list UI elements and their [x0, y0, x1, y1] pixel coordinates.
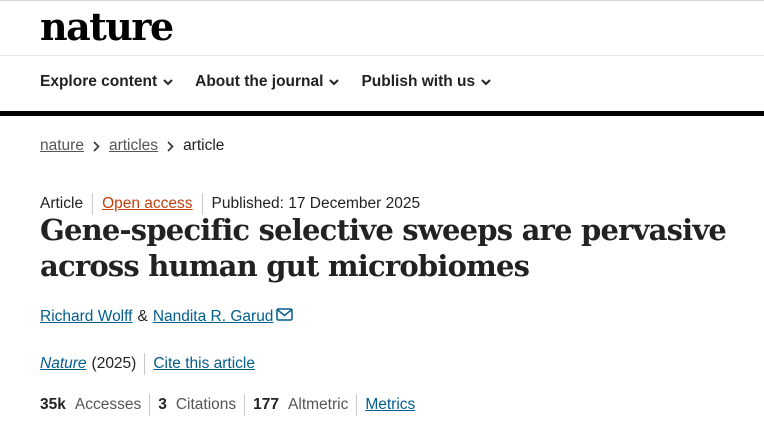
main-nav: Explore content About the journal Publis… [40, 73, 491, 91]
breadcrumb-nature[interactable]: nature [40, 137, 84, 155]
citation-line: Nature (2025) Cite this article [40, 353, 255, 375]
header-bottom-rule [0, 111, 764, 116]
chevron-down-icon [481, 78, 491, 85]
altmetric-label: Altmetric [288, 396, 349, 413]
nav-label: About the journal [195, 73, 324, 90]
article-title: Gene-specific selective sweeps are perva… [40, 213, 727, 283]
nav-label: Publish with us [361, 73, 476, 90]
chevron-right-icon [93, 140, 100, 152]
article-metrics: 35k Accesses 3 Citations 177 Altmetric M… [40, 394, 415, 416]
chevron-right-icon [167, 140, 174, 152]
metrics-divider [244, 394, 246, 416]
article-type: Article [40, 195, 84, 212]
nature-logo[interactable]: nature [40, 4, 174, 49]
author-separator: & [137, 308, 148, 325]
nav-publish-with-us[interactable]: Publish with us [361, 73, 491, 91]
nav-label: Explore content [40, 73, 158, 90]
nav-explore-content[interactable]: Explore content [40, 73, 173, 91]
chevron-down-icon [163, 78, 173, 85]
open-access-link[interactable]: Open access [102, 195, 192, 213]
author-link-richard-wolff[interactable]: Richard Wolff [40, 308, 132, 326]
chevron-down-icon [329, 78, 340, 85]
accesses-count: 35k [40, 396, 66, 413]
cite-divider [144, 353, 146, 375]
publication-year: (2025) [91, 355, 137, 372]
journal-link[interactable]: Nature [40, 355, 87, 373]
nav-about-the-journal[interactable]: About the journal [195, 73, 340, 91]
breadcrumb: nature articles article [40, 137, 224, 155]
envelope-icon[interactable] [276, 307, 294, 321]
published-date: Published: 17 December 2025 [211, 195, 421, 212]
metrics-link[interactable]: Metrics [365, 396, 415, 414]
altmetric-score: 177 [253, 396, 280, 413]
author-link-nandita-garud[interactable]: Nandita R. Garud [153, 308, 274, 326]
metrics-divider [149, 394, 151, 416]
metrics-divider [356, 394, 358, 416]
citations-label: Citations [175, 396, 237, 413]
breadcrumb-articles[interactable]: articles [109, 137, 158, 155]
accesses-label: Accesses [74, 396, 142, 413]
header-divider [0, 55, 764, 56]
top-border [0, 0, 764, 1]
breadcrumb-current: article [183, 137, 225, 154]
citations-count: 3 [158, 396, 167, 413]
cite-this-article-link[interactable]: Cite this article [153, 355, 255, 373]
author-list: Richard Wolff & Nandita R. Garud [40, 307, 294, 326]
